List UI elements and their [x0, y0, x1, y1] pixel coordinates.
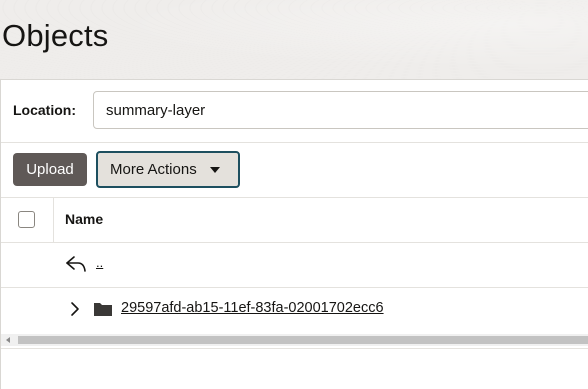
table-row: ..: [1, 242, 588, 288]
horizontal-scrollbar[interactable]: [1, 334, 588, 346]
location-row: Location:: [1, 80, 588, 143]
folder-link[interactable]: 29597afd-ab15-11ef-83fa-02001702ecc6: [121, 300, 384, 316]
objects-panel: Location: Upload More Actions Name .. 29…: [0, 79, 588, 389]
parent-directory-link[interactable]: ..: [96, 255, 103, 270]
select-column-header: [1, 197, 54, 242]
upload-button[interactable]: Upload: [13, 153, 87, 186]
more-actions-button[interactable]: More Actions: [96, 151, 240, 188]
scrollbar-thumb[interactable]: [18, 336, 588, 344]
location-label: Location:: [13, 102, 76, 118]
folder-icon: [94, 303, 112, 316]
toolbar: Upload More Actions: [1, 142, 588, 198]
chevron-right-icon[interactable]: [69, 301, 81, 317]
location-input[interactable]: [93, 91, 588, 129]
more-actions-label: More Actions: [110, 161, 197, 178]
caret-down-icon: [210, 167, 220, 173]
back-arrow-icon: [66, 256, 86, 272]
table-row: 29597afd-ab15-11ef-83fa-02001702ecc6: [1, 287, 588, 332]
select-all-checkbox[interactable]: [18, 211, 35, 228]
scroll-left-icon[interactable]: [6, 337, 10, 343]
column-header-name[interactable]: Name: [65, 211, 103, 227]
table-header: Name: [1, 197, 588, 243]
page-title: Objects: [2, 18, 109, 53]
divider: [1, 348, 588, 349]
